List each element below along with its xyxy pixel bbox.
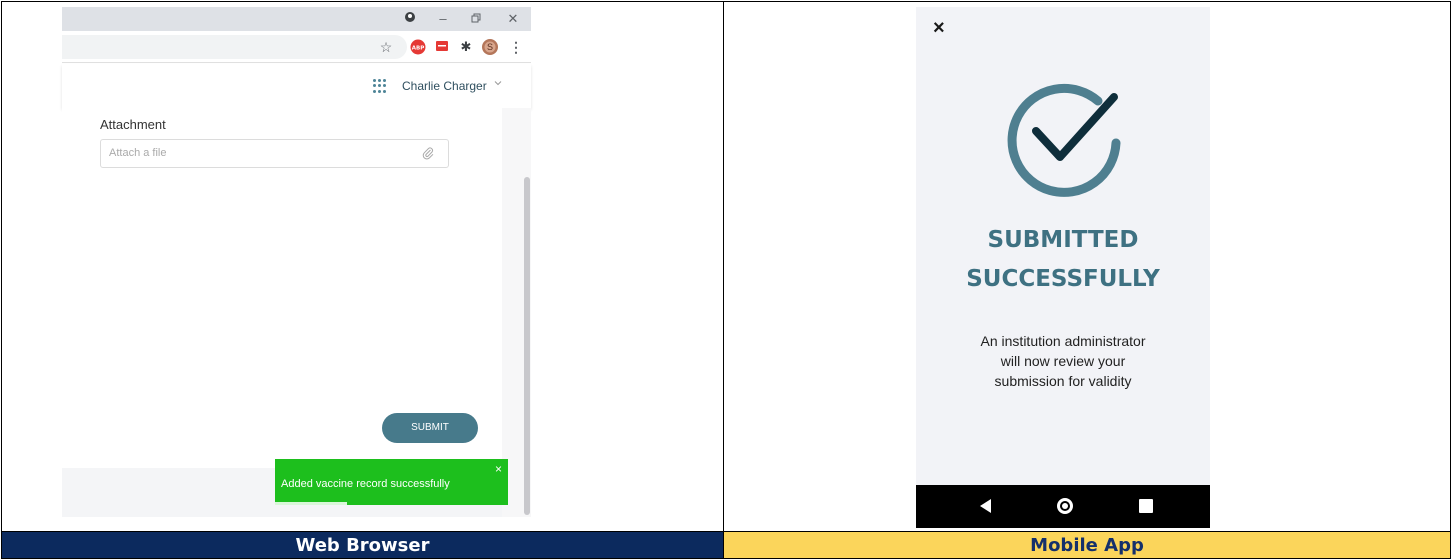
toast-progress	[275, 502, 347, 505]
mobile-app-cell: × SUBMITTED SUCCESSFULLY An institution …	[723, 1, 1451, 532]
adblock-icon[interactable]: ABP	[410, 39, 426, 55]
toast-message: Added vaccine record successfully	[281, 478, 450, 490]
apps-grid-icon[interactable]	[373, 79, 387, 93]
browser-toolbar: ☆ ABP ✱ S ⋮	[62, 31, 531, 63]
chevron-down-icon[interactable]	[494, 79, 502, 89]
web-browser-cell: – ✕ ☆ ABP ✱ S ⋮ Charlie Charger Attachme…	[1, 1, 724, 532]
avatar-letter: S	[486, 42, 493, 52]
profile-dot-icon[interactable]	[400, 10, 420, 28]
success-title-line2: SUCCESSFULLY	[966, 266, 1160, 292]
attachment-placeholder: Attach a file	[109, 147, 167, 159]
attachment-label: Attachment	[100, 117, 166, 132]
scrollbar-thumb[interactable]	[524, 177, 530, 515]
paperclip-icon[interactable]	[422, 146, 436, 162]
star-icon[interactable]: ☆	[378, 39, 394, 55]
back-triangle-icon[interactable]	[980, 499, 991, 513]
attachment-field[interactable]: Attach a file	[100, 139, 449, 168]
comparison-table: – ✕ ☆ ABP ✱ S ⋮ Charlie Charger Attachme…	[0, 0, 1452, 560]
phone-screen: × SUBMITTED SUCCESSFULLY An institution …	[916, 7, 1210, 528]
restore-icon[interactable]	[466, 10, 486, 28]
menu-kebab-icon[interactable]: ⋮	[508, 39, 524, 55]
extension-red-icon[interactable]	[434, 39, 450, 55]
puzzle-icon[interactable]: ✱	[458, 39, 474, 55]
browser-window: – ✕ ☆ ABP ✱ S ⋮ Charlie Charger Attachme…	[62, 7, 531, 517]
avatar-icon[interactable]: S	[482, 39, 498, 55]
address-bar[interactable]	[62, 35, 407, 59]
minimize-icon[interactable]: –	[433, 10, 453, 28]
home-circle-icon[interactable]	[1057, 498, 1073, 514]
success-toast: Added vaccine record successfully ×	[275, 459, 508, 505]
user-name[interactable]: Charlie Charger	[402, 79, 487, 93]
description-line: submission for validity	[994, 373, 1132, 389]
description-line: will now review your	[1000, 353, 1126, 369]
close-icon[interactable]: ×	[933, 17, 945, 40]
success-title-line1: SUBMITTED	[987, 227, 1139, 253]
toast-close-icon[interactable]: ×	[495, 462, 502, 476]
submit-button[interactable]: SUBMIT	[382, 413, 478, 443]
check-circle-icon	[1007, 83, 1121, 197]
svg-text:ABP: ABP	[412, 46, 424, 52]
recents-square-icon[interactable]	[1139, 499, 1153, 513]
description-line: An institution administrator	[980, 333, 1146, 349]
android-nav-bar	[916, 485, 1210, 528]
app-header: Charlie Charger	[62, 64, 531, 108]
caption-mobile-app: Mobile App	[723, 531, 1451, 559]
close-icon[interactable]: ✕	[503, 10, 523, 28]
browser-titlebar: – ✕	[62, 7, 531, 31]
caption-web-browser: Web Browser	[1, 531, 724, 559]
